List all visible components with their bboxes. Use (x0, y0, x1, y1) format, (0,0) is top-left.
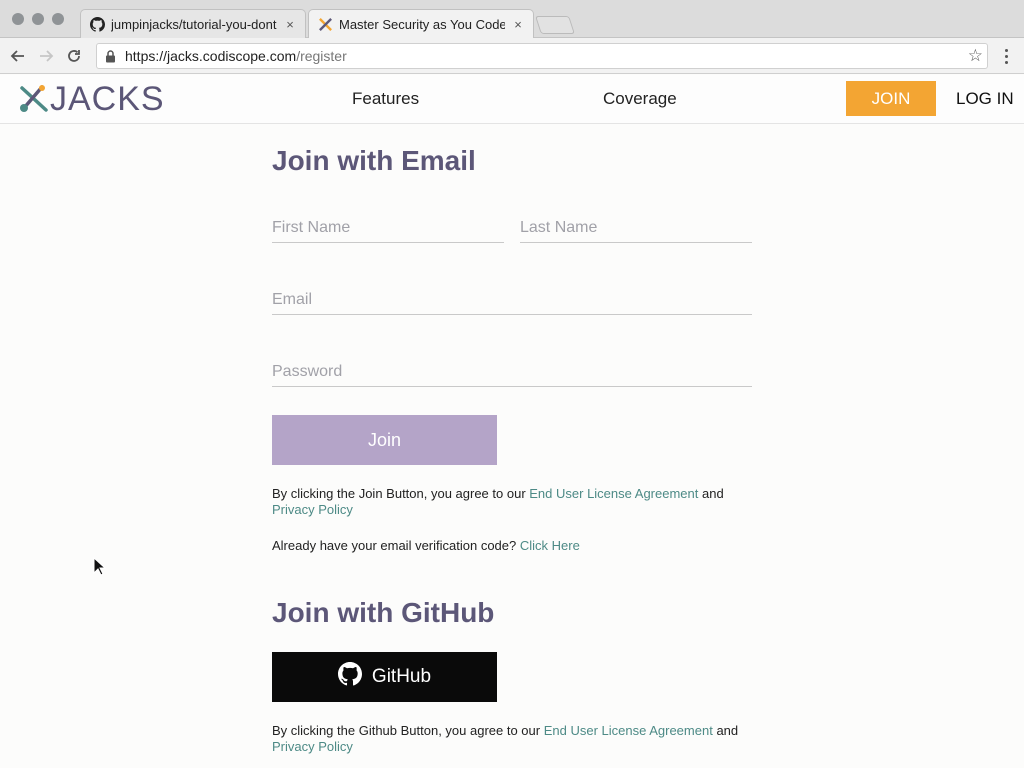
browser-tab-bar: jumpinjacks/tutorial-you-dont- × Master … (0, 0, 1024, 38)
last-name-input[interactable] (520, 213, 752, 242)
tab-title: jumpinjacks/tutorial-you-dont- (111, 16, 277, 32)
password-field[interactable] (272, 357, 752, 387)
header-login-link[interactable]: LOG IN (956, 89, 1014, 109)
close-window-button[interactable] (12, 13, 24, 25)
email-input[interactable] (272, 285, 752, 314)
reload-icon[interactable] (62, 44, 86, 68)
verify-prefix: Already have your email verification cod… (272, 538, 520, 553)
github-icon (337, 662, 362, 692)
close-icon[interactable]: × (283, 17, 297, 32)
legal-prefix: By clicking the Join Button, you agree t… (272, 486, 530, 501)
legal-prefix: By clicking the Github Button, you agree… (272, 723, 544, 738)
forward-arrow-icon[interactable] (34, 44, 58, 68)
first-name-field[interactable] (272, 213, 504, 243)
tab-github[interactable]: jumpinjacks/tutorial-you-dont- × (80, 9, 306, 38)
header-join-button[interactable]: JOIN (846, 81, 936, 116)
mouse-cursor-icon (93, 557, 107, 576)
last-name-field[interactable] (520, 213, 752, 243)
jacks-logo-icon (20, 85, 48, 112)
privacy-policy-link[interactable]: Privacy Policy (272, 739, 353, 754)
nav-coverage-link[interactable]: Coverage (603, 89, 677, 109)
url-host: https://jacks.codiscope.com (125, 48, 297, 64)
jacks-logo[interactable]: JACKS (18, 79, 165, 118)
email-field[interactable] (272, 285, 752, 315)
address-bar[interactable]: https://jacks.codiscope.com/register ☆ (96, 43, 988, 69)
new-tab-button[interactable] (535, 16, 575, 34)
browser-toolbar: https://jacks.codiscope.com/register ☆ (0, 38, 1024, 74)
github-join-button[interactable]: GitHub (272, 652, 497, 702)
eula-link[interactable]: End User License Agreement (529, 486, 698, 501)
jacks-favicon-icon (317, 16, 333, 32)
legal-and: and (712, 723, 739, 738)
eula-link[interactable]: End User License Agreement (544, 723, 713, 738)
back-arrow-icon[interactable] (6, 44, 30, 68)
first-name-input[interactable] (272, 213, 504, 242)
email-section-heading: Join with Email (272, 145, 476, 176)
verification-text: Already have your email verification cod… (272, 538, 752, 554)
tab-jacks[interactable]: Master Security as You Code | × (308, 9, 534, 38)
email-legal-text: By clicking the Join Button, you agree t… (272, 486, 752, 518)
browser-menu-icon[interactable] (996, 45, 1016, 67)
logo-text: JACKS (50, 79, 165, 118)
bookmark-star-icon[interactable]: ☆ (968, 46, 983, 66)
password-input[interactable] (272, 357, 752, 386)
verification-click-here-link[interactable]: Click Here (520, 538, 580, 553)
nav-features-link[interactable]: Features (352, 89, 419, 109)
github-icon (89, 16, 105, 32)
github-legal-text: By clicking the Github Button, you agree… (272, 723, 752, 755)
url-path: /register (296, 48, 347, 64)
tab-title: Master Security as You Code | (339, 16, 505, 32)
close-icon[interactable]: × (511, 17, 525, 32)
privacy-policy-link[interactable]: Privacy Policy (272, 502, 353, 517)
zoom-window-button[interactable] (52, 13, 64, 25)
legal-and: and (698, 486, 724, 501)
join-submit-button[interactable]: Join (272, 415, 497, 465)
github-section-heading: Join with GitHub (272, 597, 495, 628)
github-button-label: GitHub (371, 666, 432, 687)
lock-icon (105, 49, 119, 63)
minimize-window-button[interactable] (32, 13, 44, 25)
